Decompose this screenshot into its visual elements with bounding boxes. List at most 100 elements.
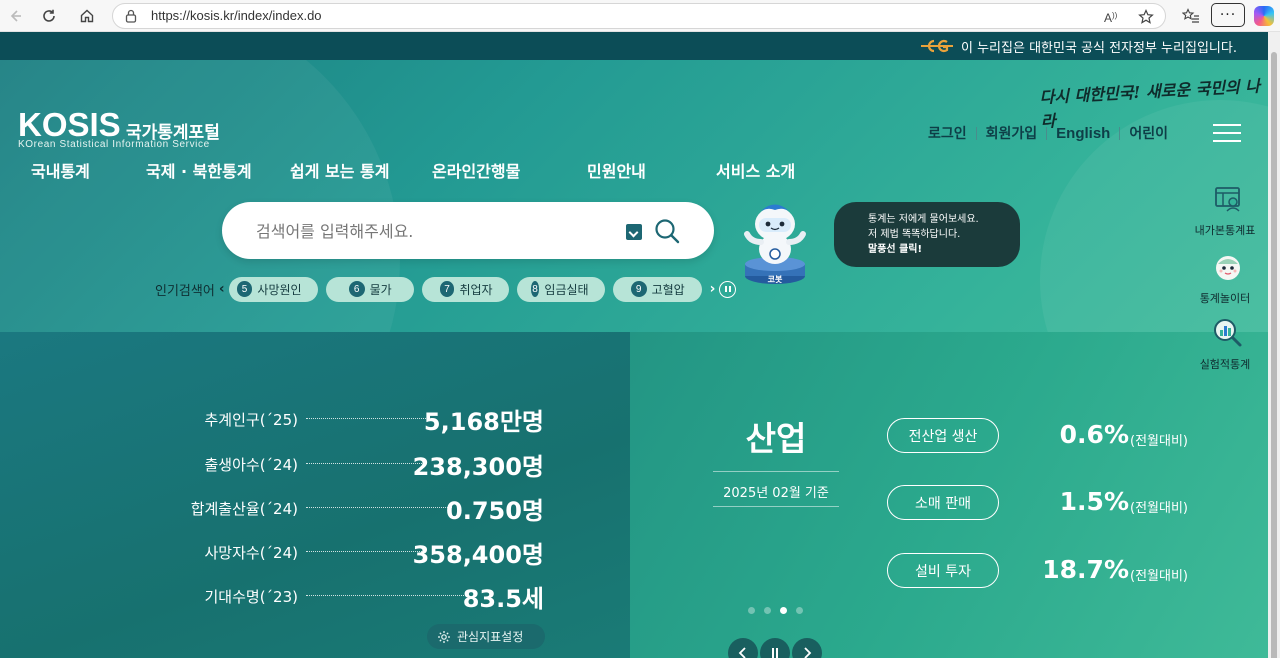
chatbot-speech-bubble[interactable]: 통계는 저에게 물어보세요. 저 제법 똑똑하답니다. 말풍선 클릭! xyxy=(834,202,1020,267)
industry-label-pill[interactable]: 설비 투자 xyxy=(887,553,999,588)
home-icon[interactable] xyxy=(76,5,98,27)
table-icon xyxy=(1215,187,1240,212)
read-aloud-icon[interactable]: A)) xyxy=(1103,8,1121,26)
refresh-icon[interactable] xyxy=(38,5,60,27)
industry-row[interactable]: 설비 투자 18.7% (전월대비) xyxy=(887,553,1217,589)
chip-label: 고혈압 xyxy=(651,282,685,297)
stat-row[interactable]: 기대수명(´23) 83.5세 xyxy=(180,579,546,613)
login-link[interactable]: 로그인 xyxy=(928,123,967,143)
stat-value: 358,400명 xyxy=(412,541,544,569)
chip-label: 사망원인 xyxy=(257,282,302,297)
stat-name: 합계출산율(´24) xyxy=(190,500,298,518)
slide-dot-active[interactable] xyxy=(780,607,787,614)
search-input[interactable] xyxy=(256,218,626,244)
page-scrollbar[interactable] xyxy=(1268,32,1280,658)
global-nav: 국내통계 국제 · 북한통계 쉽게 보는 통계 온라인간행물 민원안내 서비스 … xyxy=(0,158,820,182)
stat-row[interactable]: 추계인구(´25) 5,168만명 xyxy=(180,402,546,436)
quick-menu-my-tables[interactable]: 내가본통계표 xyxy=(1195,184,1260,238)
nav-service-intro[interactable]: 서비스 소개 xyxy=(716,158,795,182)
pause-icon xyxy=(772,648,778,658)
stat-row[interactable]: 사망자수(´24) 358,400명 xyxy=(180,535,546,569)
industry-label-pill[interactable]: 소매 판매 xyxy=(887,485,999,520)
more-menu-button[interactable]: ··· xyxy=(1211,3,1245,27)
chip-label: 취업자 xyxy=(459,282,493,297)
logo-en-name: KOrean Statistical Information Service xyxy=(18,139,210,150)
nav-civil-service[interactable]: 민원안내 xyxy=(587,158,646,182)
favorite-star-icon[interactable] xyxy=(1137,8,1155,26)
popular-search-chip[interactable]: 9 고혈압 xyxy=(612,276,702,302)
slide-dot[interactable] xyxy=(796,607,803,614)
popular-searches: 인기검색어 ‹ 5 사망원인 6 물가 7 취업자 8 임금실태 9 고혈압 › xyxy=(155,276,737,302)
bubble-line: 저 제법 똑똑하답니다. xyxy=(868,229,961,240)
kids-link[interactable]: 어린이 xyxy=(1129,123,1168,143)
rank-badge: 5 xyxy=(236,281,253,297)
utility-menu: 로그인 회원가입 English 어린이 xyxy=(928,123,1168,143)
kobot-mascot[interactable]: 코봇 xyxy=(737,202,813,286)
stat-row[interactable]: 출생아수(´24) 238,300명 xyxy=(180,447,546,481)
stat-value: 238,300명 xyxy=(412,453,544,481)
chip-label: 물가 xyxy=(369,282,392,297)
hamburger-menu-icon[interactable] xyxy=(1213,124,1241,142)
industry-note: (전월대비) xyxy=(1130,569,1188,584)
stat-value: 5,168만명 xyxy=(423,408,544,436)
address-bar[interactable]: https://kosis.kr/index/index.do A)) xyxy=(112,3,1166,29)
stat-name: 기대수명(´23) xyxy=(204,588,299,606)
egov-logo-icon xyxy=(921,39,953,53)
back-icon[interactable] xyxy=(4,5,26,27)
stat-row[interactable]: 합계출산율(´24) 0.750명 xyxy=(180,491,546,525)
divider xyxy=(1119,126,1121,140)
stat-name: 추계인구(´25) xyxy=(204,411,299,429)
chevron-left-icon[interactable]: ‹ xyxy=(219,281,225,297)
popular-search-chip[interactable]: 5 사망원인 xyxy=(228,276,318,302)
quick-menu-experimental[interactable]: 실험적통계 xyxy=(1196,318,1260,372)
chevron-right-icon xyxy=(804,647,812,658)
signup-link[interactable]: 회원가입 xyxy=(986,123,1038,143)
chevron-left-icon xyxy=(738,647,746,658)
stat-value: 83.5세 xyxy=(462,585,544,613)
industry-row[interactable]: 소매 판매 1.5% (전월대비) xyxy=(887,485,1217,521)
popular-search-chip[interactable]: 8 임금실태 xyxy=(516,276,605,302)
chip-label: 임금실태 xyxy=(544,282,589,297)
nav-international-stats[interactable]: 국제 · 북한통계 xyxy=(146,158,252,182)
favorites-list-icon[interactable] xyxy=(1180,5,1202,27)
popular-search-chip[interactable]: 7 취업자 xyxy=(421,276,509,302)
indicator-settings-button[interactable]: 관심지표설정 xyxy=(427,624,545,649)
industry-row[interactable]: 전산업 생산 0.6% (전월대비) xyxy=(887,418,1217,454)
dotted-leader xyxy=(306,418,432,419)
quick-menu-label: 내가본통계표 xyxy=(1194,224,1256,237)
search-scope-dropdown[interactable] xyxy=(626,224,642,240)
chevron-right-icon[interactable]: › xyxy=(710,281,716,297)
industry-value: 1.5% xyxy=(1059,487,1129,516)
quick-menu-label: 실험적통계 xyxy=(1199,358,1251,371)
bubble-line: 통계는 저에게 물어보세요. xyxy=(868,214,979,225)
main-page: 다시 대한민국! 새로운 국민의 나라 KOSIS 국가통계포털 KOrean … xyxy=(0,60,1268,658)
lock-icon[interactable] xyxy=(125,9,137,23)
divider xyxy=(1046,126,1048,140)
quick-menu-playground[interactable]: 통계놀이터 xyxy=(1196,252,1260,306)
nav-online-publications[interactable]: 온라인간행물 xyxy=(432,158,520,182)
character-icon xyxy=(1216,256,1240,280)
url-text[interactable]: https://kosis.kr/index/index.do xyxy=(151,8,322,23)
bubble-line: 말풍선 클릭! xyxy=(868,244,923,255)
rank-badge: 6 xyxy=(348,281,365,297)
divider xyxy=(975,126,977,140)
copilot-icon[interactable] xyxy=(1254,6,1274,26)
search-icon[interactable] xyxy=(654,218,680,244)
slide-dot[interactable] xyxy=(764,607,771,614)
industry-value: 0.6% xyxy=(1059,420,1129,449)
industry-note: (전월대비) xyxy=(1130,501,1188,516)
kosis-logo[interactable]: KOSIS 국가통계포털 KOrean Statistical Informat… xyxy=(18,108,220,150)
english-link[interactable]: English xyxy=(1056,125,1110,142)
svg-text:)): )) xyxy=(1112,11,1118,20)
nav-easy-stats[interactable]: 쉽게 보는 통계 xyxy=(290,158,389,182)
industry-label-pill[interactable]: 전산업 생산 xyxy=(887,418,999,453)
slide-dot[interactable] xyxy=(748,607,755,614)
divider xyxy=(713,506,839,507)
nav-domestic-stats[interactable]: 국내통계 xyxy=(31,158,90,182)
popular-search-chip[interactable]: 6 물가 xyxy=(325,276,414,302)
magnifier-chart-icon xyxy=(1214,319,1242,347)
scrollbar-thumb[interactable] xyxy=(1271,52,1277,658)
search-box xyxy=(222,202,714,259)
browser-toolbar: https://kosis.kr/index/index.do A)) ··· xyxy=(0,0,1280,32)
pause-icon[interactable] xyxy=(719,280,737,298)
